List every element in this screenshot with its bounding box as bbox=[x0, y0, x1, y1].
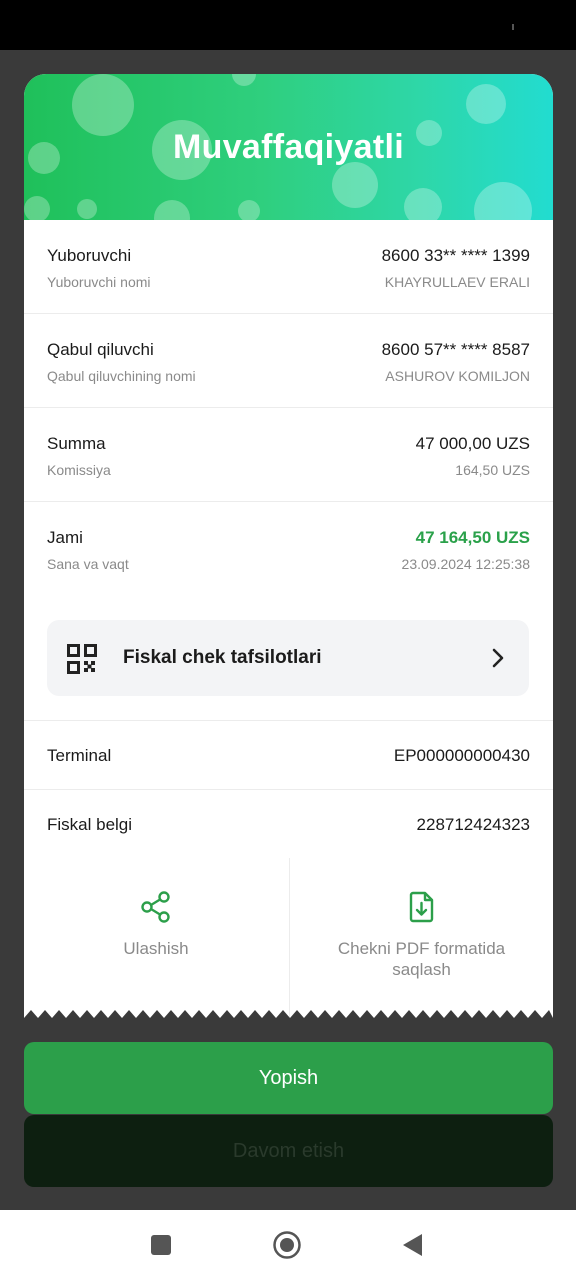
close-button[interactable]: Yopish bbox=[24, 1042, 553, 1114]
save-pdf-button[interactable]: Chekni PDF formatida saqlash bbox=[289, 858, 553, 1024]
status-bar bbox=[0, 0, 576, 50]
amount-value: 47 000,00 UZS bbox=[415, 434, 530, 453]
datetime-value: 23.09.2024 12:25:38 bbox=[401, 556, 530, 572]
success-title: Muvaffaqiyatli bbox=[173, 128, 404, 166]
amount-row: Summa Komissiya 47 000,00 UZS 164,50 UZS bbox=[24, 408, 553, 502]
sender-name: KHAYRULLAEV ERALI bbox=[384, 274, 530, 290]
receiver-name-label: Qabul qiluvchining nomi bbox=[47, 368, 196, 384]
receiver-card-number: 8600 57** **** 8587 bbox=[381, 340, 530, 359]
system-nav-bar bbox=[0, 1210, 576, 1280]
receiver-name: ASHUROV KOMILJON bbox=[385, 368, 530, 384]
amount-label: Summa bbox=[47, 434, 106, 453]
receipt-card: Muvaffaqiyatli Yuboruvchi Yuboruvchi nom… bbox=[24, 74, 553, 1024]
receiver-label: Qabul qiluvchi bbox=[47, 340, 154, 359]
datetime-label: Sana va vaqt bbox=[47, 556, 129, 572]
save-pdf-label: Chekni PDF formatida saqlash bbox=[337, 939, 506, 979]
commission-label: Komissiya bbox=[47, 462, 111, 478]
sender-row: Yuboruvchi Yuboruvchi nomi 8600 33** ***… bbox=[24, 220, 553, 314]
circle-icon[interactable] bbox=[272, 1230, 302, 1260]
fiscal-details-label: Fiskal chek tafsilotlari bbox=[123, 647, 322, 668]
continue-button[interactable]: Davom etish bbox=[24, 1115, 553, 1187]
success-header: Muvaffaqiyatli bbox=[24, 74, 553, 220]
share-icon bbox=[141, 891, 170, 923]
qr-code-icon bbox=[67, 644, 97, 674]
share-label: Ulashish bbox=[123, 939, 189, 958]
file-download-icon bbox=[409, 891, 433, 923]
commission-value: 164,50 UZS bbox=[455, 462, 530, 478]
chevron-right-icon bbox=[492, 648, 504, 668]
receipt-actions: Ulashish Chekni PDF formatida saqlash bbox=[24, 858, 553, 1024]
receiver-row: Qabul qiluvchi Qabul qiluvchining nomi 8… bbox=[24, 314, 553, 408]
terminal-value: EP000000000430 bbox=[393, 746, 530, 765]
total-row: Jami Sana va vaqt 47 164,50 UZS 23.09.20… bbox=[24, 502, 553, 598]
sender-card-number: 8600 33** **** 1399 bbox=[381, 246, 530, 265]
fiscal-details-button[interactable]: Fiskal chek tafsilotlari bbox=[47, 620, 529, 696]
fiscal-sign-label: Fiskal belgi bbox=[47, 815, 133, 834]
receipt-torn-edge bbox=[24, 1010, 553, 1024]
sender-label: Yuboruvchi bbox=[47, 246, 132, 265]
total-label: Jami bbox=[47, 528, 83, 547]
terminal-row: Terminal EP000000000430 bbox=[24, 720, 553, 790]
total-value: 47 164,50 UZS bbox=[415, 528, 530, 547]
share-button[interactable]: Ulashish bbox=[24, 858, 288, 1024]
sender-name-label: Yuboruvchi nomi bbox=[47, 274, 151, 290]
fiscal-sign-row: Fiskal belgi 228712424323 bbox=[24, 790, 553, 858]
fiscal-sign-value: 228712424323 bbox=[416, 815, 530, 834]
square-icon[interactable] bbox=[146, 1230, 176, 1260]
terminal-label: Terminal bbox=[47, 746, 112, 765]
triangle-back-icon[interactable] bbox=[398, 1230, 428, 1260]
